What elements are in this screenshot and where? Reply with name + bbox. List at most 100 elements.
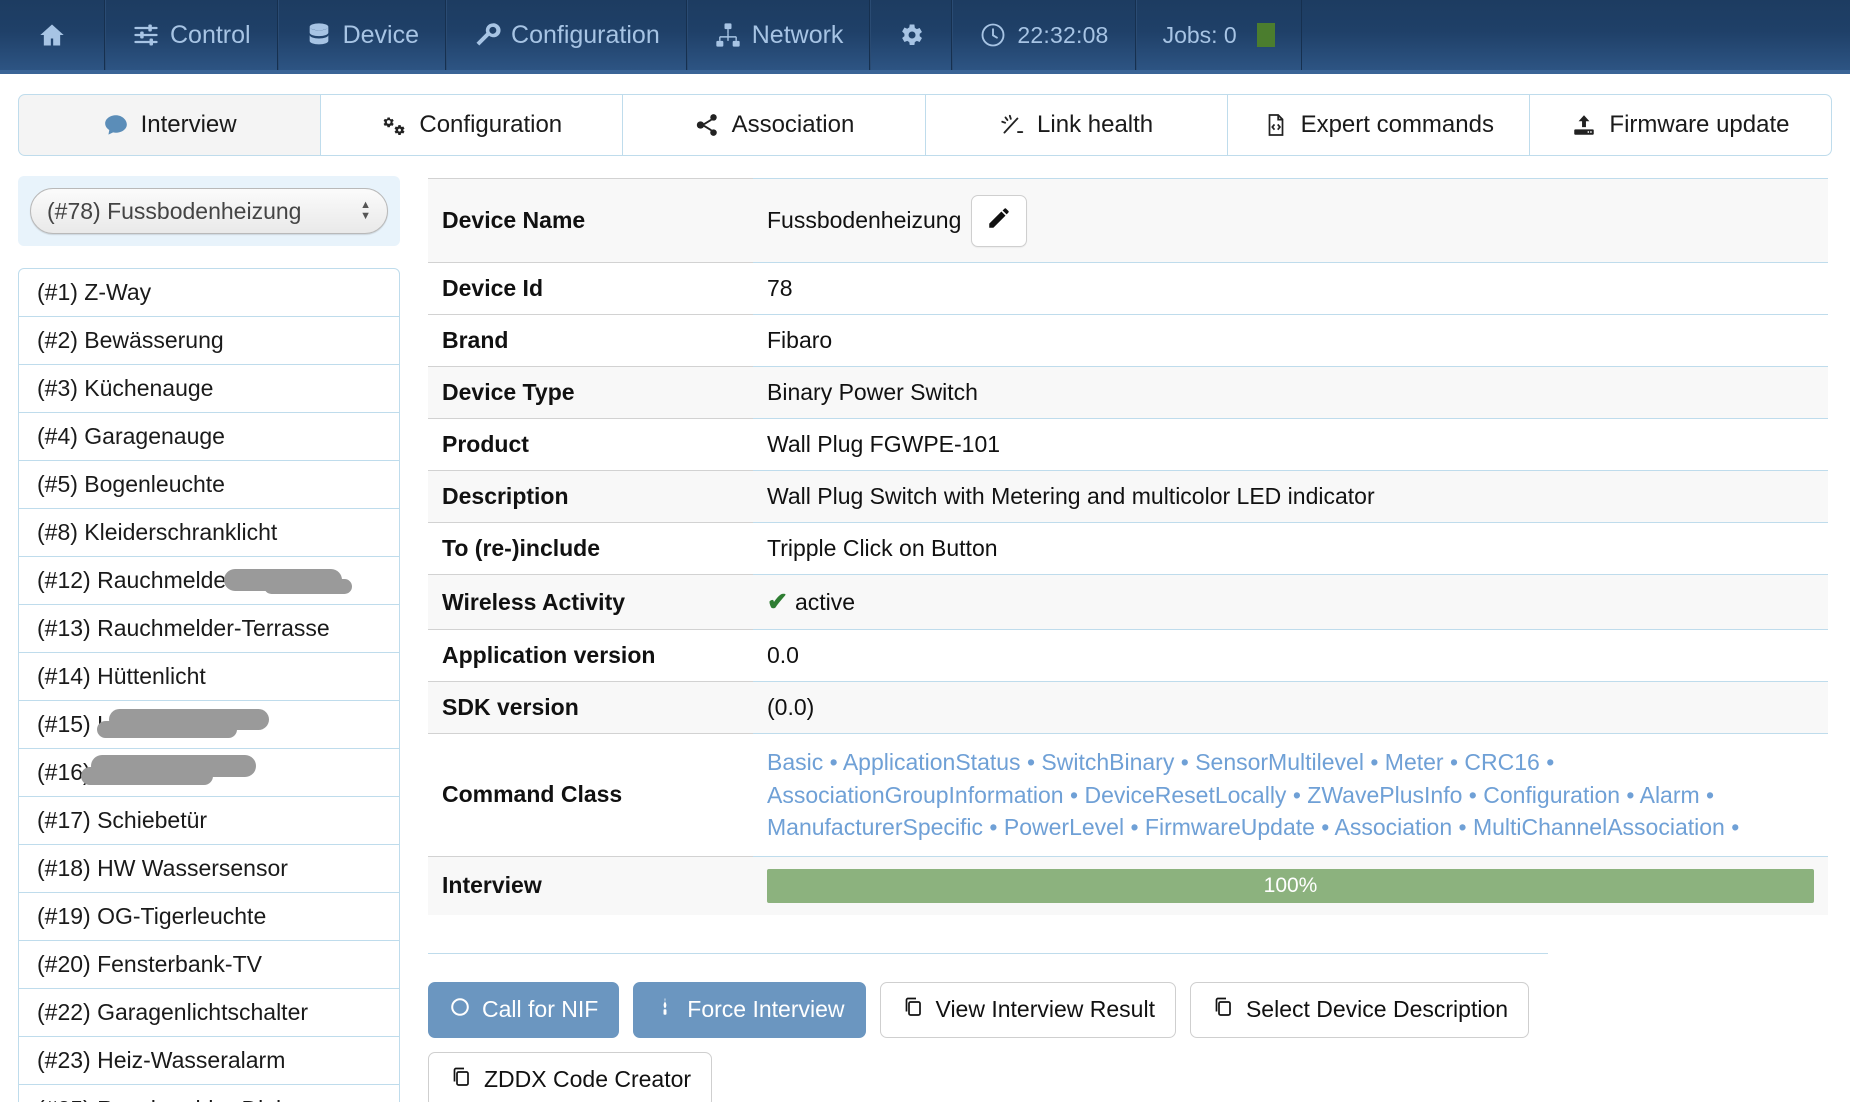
command-class-link[interactable]: ZWavePlusInfo xyxy=(1307,782,1462,808)
list-item[interactable]: (#13) Rauchmelder-Terrasse xyxy=(19,605,399,653)
nav-item-configuration[interactable]: Configuration xyxy=(446,0,687,70)
gear-icon xyxy=(897,21,925,49)
table-row: SDK version (0.0) xyxy=(428,682,1828,734)
row-value: Fibaro xyxy=(753,315,1828,367)
list-item[interactable]: (#20) Fensterbank-TV xyxy=(19,941,399,989)
command-class-separator: • xyxy=(1452,814,1473,840)
command-class-list[interactable]: Basic • ApplicationStatus • SwitchBinary… xyxy=(753,734,1828,857)
list-item[interactable]: (#2) Bewässerung xyxy=(19,317,399,365)
device-list-label: (#23) Heiz-Wasseralarm xyxy=(37,1047,285,1074)
list-item[interactable]: (#23) Heiz-Wasseralarm xyxy=(19,1037,399,1085)
list-item[interactable]: (#17) Schiebetür xyxy=(19,797,399,845)
table-row: Device Name Fussbodenheizung xyxy=(428,179,1828,263)
list-item[interactable]: (#8) Kleiderschranklicht xyxy=(19,509,399,557)
list-item[interactable]: (#19) OG-Tigerleuchte xyxy=(19,893,399,941)
tab-firmware-update[interactable]: Firmware update xyxy=(1530,94,1832,156)
command-class-link[interactable]: MultiChannelAssociation xyxy=(1473,814,1725,840)
row-label: To (re-)include xyxy=(428,523,753,575)
clock-time: 22:32:08 xyxy=(1017,22,1108,49)
sitemap-icon xyxy=(714,21,742,49)
jobs-label: Jobs: 0 xyxy=(1163,22,1237,49)
device-list-label: (#3) Küchenauge xyxy=(37,375,213,402)
command-class-link[interactable]: Basic xyxy=(767,749,823,775)
zddx-code-creator-button[interactable]: ZDDX Code Creator xyxy=(428,1052,712,1102)
command-class-separator: • xyxy=(1364,749,1385,775)
nav-item-device[interactable]: Device xyxy=(278,0,446,70)
copy-icon xyxy=(901,995,925,1025)
list-item[interactable]: (#1) Z-Way xyxy=(19,269,399,317)
row-label: Interview xyxy=(428,856,753,915)
row-label: Command Class xyxy=(428,734,753,857)
tab-label-firmware-update: Firmware update xyxy=(1609,111,1789,139)
command-class-link[interactable]: PowerLevel xyxy=(1004,814,1124,840)
row-value: Binary Power Switch xyxy=(753,367,1828,419)
tab-interview[interactable]: Interview xyxy=(18,94,321,156)
command-class-separator: • xyxy=(1462,782,1483,808)
row-label: Device Type xyxy=(428,367,753,419)
list-item[interactable]: (#18) HW Wassersensor xyxy=(19,845,399,893)
device-list[interactable]: (#1) Z-Way (#2) Bewässerung (#3) Küchena… xyxy=(18,268,400,1102)
row-value: Fussbodenheizung xyxy=(753,179,1828,263)
edit-device-name-button[interactable] xyxy=(971,195,1027,247)
clock-icon xyxy=(979,21,1007,49)
row-value: 100% xyxy=(753,856,1828,915)
command-class-separator: • xyxy=(1174,749,1195,775)
command-class-link[interactable]: ManufacturerSpecific xyxy=(767,814,983,840)
tab-association[interactable]: Association xyxy=(623,94,925,156)
command-class-separator: • xyxy=(1725,814,1739,840)
select-device-description-button[interactable]: Select Device Description xyxy=(1190,982,1529,1038)
code-file-icon xyxy=(1263,112,1289,138)
list-item[interactable]: (#14) Hüttenlicht xyxy=(19,653,399,701)
list-item[interactable]: (#12) Rauchmelder xyxy=(19,557,399,605)
list-item[interactable]: (#25) Rauchmelder-Diele xyxy=(19,1085,399,1102)
command-class-link[interactable]: AssociationGroupInformation xyxy=(767,782,1064,808)
table-row: Device Type Binary Power Switch xyxy=(428,367,1828,419)
view-interview-result-button[interactable]: View Interview Result xyxy=(880,982,1176,1038)
command-class-separator: • xyxy=(1444,749,1465,775)
command-class-separator: • xyxy=(983,814,1004,840)
copy-icon xyxy=(1211,995,1235,1025)
nav-item-home[interactable] xyxy=(0,0,105,70)
list-item[interactable]: (#22) Garagenlichtschalter xyxy=(19,989,399,1037)
table-row: Description Wall Plug Switch with Meteri… xyxy=(428,471,1828,523)
row-value: ✔active xyxy=(753,575,1828,630)
command-class-link[interactable]: Meter xyxy=(1385,749,1444,775)
list-item[interactable]: (#4) Garagenauge xyxy=(19,413,399,461)
force-interview-button[interactable]: Force Interview xyxy=(633,982,865,1038)
device-select[interactable]: (#78) Fussbodenheizung ▲▼ xyxy=(30,188,388,234)
device-list-label: (#5) Bogenleuchte xyxy=(37,471,225,498)
command-class-link[interactable]: Configuration xyxy=(1483,782,1620,808)
nav-item-network[interactable]: Network xyxy=(687,0,871,70)
top-navbar: Control Device Configuration xyxy=(0,0,1850,74)
table-row: Brand Fibaro xyxy=(428,315,1828,367)
interview-progress: 100% xyxy=(767,869,1814,903)
tab-configuration[interactable]: Configuration xyxy=(321,94,623,156)
command-class-link[interactable]: SensorMultilevel xyxy=(1195,749,1364,775)
command-class-link[interactable]: Alarm xyxy=(1640,782,1700,808)
nav-label-network: Network xyxy=(752,21,844,50)
command-class-link[interactable]: DeviceResetLocally xyxy=(1084,782,1286,808)
row-label: Application version xyxy=(428,630,753,682)
call-for-nif-button[interactable]: Call for NIF xyxy=(428,982,619,1038)
list-item[interactable]: (#16) xyxy=(19,749,399,797)
list-item[interactable]: (#15) H xyxy=(19,701,399,749)
list-item[interactable]: (#3) Küchenauge xyxy=(19,365,399,413)
command-class-link[interactable]: FirmwareUpdate xyxy=(1145,814,1315,840)
device-list-label: (#2) Bewässerung xyxy=(37,327,224,354)
command-class-link[interactable]: CRC16 xyxy=(1464,749,1539,775)
command-class-link[interactable]: SwitchBinary xyxy=(1041,749,1174,775)
list-item[interactable]: (#5) Bogenleuchte xyxy=(19,461,399,509)
copy-icon xyxy=(449,1065,473,1095)
nav-item-settings[interactable] xyxy=(870,0,952,70)
device-list-label: (#14) Hüttenlicht xyxy=(37,663,206,690)
tab-label-association: Association xyxy=(732,111,855,139)
nav-label-control: Control xyxy=(170,21,251,50)
tab-link-health[interactable]: Link health xyxy=(926,94,1228,156)
table-row: Product Wall Plug FGWPE-101 xyxy=(428,419,1828,471)
nav-item-control[interactable]: Control xyxy=(105,0,278,70)
command-class-link[interactable]: Association xyxy=(1335,814,1453,840)
interview-progress-bar: 100% xyxy=(767,869,1814,903)
row-value: Wall Plug FGWPE-101 xyxy=(753,419,1828,471)
tab-expert-commands[interactable]: Expert commands xyxy=(1228,94,1530,156)
command-class-link[interactable]: ApplicationStatus xyxy=(843,749,1021,775)
